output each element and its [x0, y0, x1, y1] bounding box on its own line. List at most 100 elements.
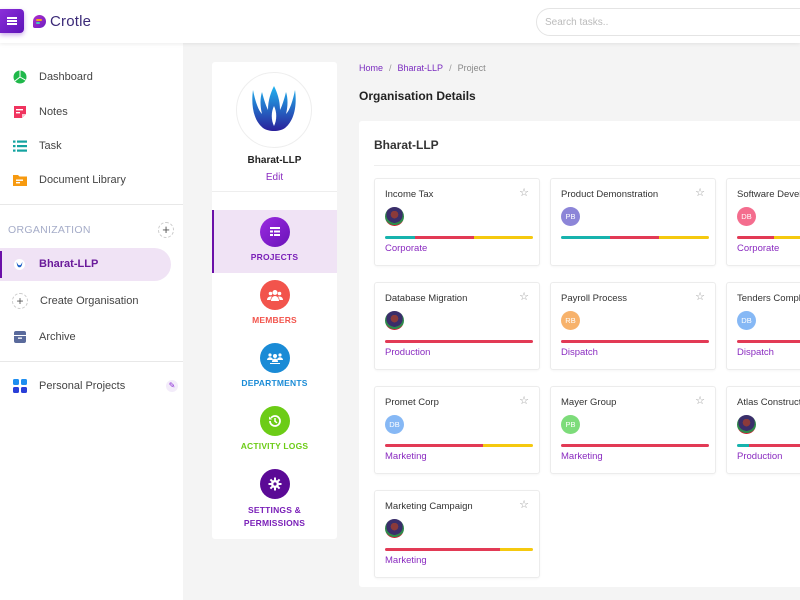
- progress-bar: [385, 548, 533, 551]
- avatar: [385, 207, 404, 226]
- department-tag[interactable]: Dispatch: [737, 347, 774, 358]
- project-card[interactable]: Promet Corp ☆ DB Marketing: [374, 386, 540, 474]
- tab-label: DEPARTMENTS: [241, 378, 308, 388]
- organization-section-title: ORGANIZATION: [8, 224, 91, 236]
- app-logo[interactable]: Crotle: [33, 13, 91, 30]
- tab-label: MEMBERS: [252, 315, 297, 325]
- star-icon[interactable]: ☆: [519, 498, 529, 511]
- project-card[interactable]: Payroll Process ☆ RB Dispatch: [550, 282, 716, 370]
- project-card[interactable]: Income Tax ☆ Corporate: [374, 178, 540, 266]
- avatar: [385, 519, 404, 538]
- edit-organisation-link[interactable]: Edit: [212, 172, 337, 183]
- progress-bar: [561, 444, 709, 447]
- organisation-logo: [236, 72, 312, 148]
- project-card[interactable]: Mayer Group ☆ PB Marketing: [550, 386, 716, 474]
- hamburger-icon: [7, 17, 17, 25]
- sidebar-item-notes[interactable]: Notes: [0, 97, 183, 127]
- progress-bar: [561, 340, 709, 343]
- tab-departments[interactable]: DEPARTMENTS: [212, 336, 337, 399]
- sidebar-item-bharat-llp[interactable]: Bharat-LLP: [0, 248, 171, 281]
- organisation-name: Bharat-LLP: [247, 155, 302, 166]
- progress-segment-yellow: [658, 236, 709, 239]
- star-icon[interactable]: ☆: [695, 290, 705, 303]
- progress-bar: [737, 340, 800, 343]
- menu-toggle-button[interactable]: [0, 9, 24, 33]
- project-card[interactable]: Product Demonstration ☆ PB: [550, 178, 716, 266]
- organisation-panel: Bharat-LLP Edit PROJECTS MEMBERS DEPARTM…: [212, 62, 337, 539]
- sidebar-item-label: Dashboard: [39, 71, 93, 83]
- tab-members[interactable]: MEMBERS: [212, 273, 337, 336]
- plus-icon: +: [12, 293, 28, 309]
- project-title: Marketing Campaign: [385, 501, 473, 512]
- breadcrumb-separator: /: [449, 63, 452, 73]
- progress-segment-yellow: [473, 236, 533, 239]
- avatar: RB: [561, 311, 580, 330]
- tab-activity-logs[interactable]: ACTIVITY LOGS: [212, 399, 337, 462]
- list-icon: [13, 140, 27, 152]
- department-tag[interactable]: Corporate: [737, 243, 779, 254]
- sidebar-item-dashboard[interactable]: Dashboard: [0, 62, 183, 92]
- star-icon[interactable]: ☆: [519, 290, 529, 303]
- page-title: Organisation Details: [359, 89, 476, 103]
- progress-bar: [385, 236, 533, 239]
- project-title: Tenders Completion: [737, 293, 800, 304]
- department-tag[interactable]: Dispatch: [561, 347, 598, 358]
- project-card[interactable]: Tenders Completion☆DBDispatch: [726, 282, 800, 370]
- breadcrumb-org[interactable]: Bharat-LLP: [398, 63, 444, 73]
- project-card[interactable]: Atlas Construction☆Production: [726, 386, 800, 474]
- sidebar-item-document-library[interactable]: Document Library: [0, 165, 183, 195]
- project-card[interactable]: Marketing Campaign ☆ Marketing: [374, 490, 540, 578]
- progress-bar: [385, 444, 533, 447]
- sidebar-item-label: Notes: [39, 106, 68, 118]
- breadcrumb: Home / Bharat-LLP / Project: [359, 63, 486, 73]
- star-icon[interactable]: ☆: [695, 394, 705, 407]
- progress-bar: [737, 444, 800, 447]
- progress-segment-red: [737, 236, 774, 239]
- create-organisation-button[interactable]: + Create Organisation: [0, 286, 183, 316]
- star-icon[interactable]: ☆: [695, 186, 705, 199]
- project-title: Payroll Process: [561, 293, 627, 304]
- sidebar-item-personal-projects[interactable]: Personal Projects ✎: [0, 371, 183, 401]
- avatar: DB: [385, 415, 404, 434]
- department-tag[interactable]: Production: [385, 347, 430, 358]
- project-title: Software Development: [737, 189, 800, 200]
- folder-icon: [13, 175, 27, 186]
- edit-pencil-icon[interactable]: ✎: [166, 380, 178, 392]
- progress-segment-teal: [561, 236, 610, 239]
- app-name: Crotle: [50, 13, 92, 30]
- progress-segment-red: [561, 444, 709, 447]
- gear-icon: [259, 469, 290, 499]
- department-tag[interactable]: Production: [737, 451, 782, 462]
- project-card[interactable]: Software Development☆DBCorporate: [726, 178, 800, 266]
- avatar: PB: [561, 415, 580, 434]
- breadcrumb-separator: /: [389, 63, 392, 73]
- project-title: Promet Corp: [385, 397, 439, 408]
- sidebar-item-task[interactable]: Task: [0, 131, 183, 161]
- project-title: Atlas Construction: [737, 397, 800, 408]
- department-tag[interactable]: Marketing: [385, 451, 427, 462]
- department-tag[interactable]: Marketing: [561, 451, 603, 462]
- tab-projects[interactable]: PROJECTS: [212, 210, 337, 273]
- progress-segment-red: [737, 340, 800, 343]
- project-title: Database Migration: [385, 293, 468, 304]
- department-tag[interactable]: Marketing: [385, 555, 427, 566]
- note-icon: [14, 106, 26, 118]
- department-tag[interactable]: Corporate: [385, 243, 427, 254]
- project-card[interactable]: Database Migration ☆ Production: [374, 282, 540, 370]
- tab-label: SETTINGS & PERMISSIONS: [212, 504, 337, 530]
- sidebar-item-archive[interactable]: Archive: [0, 322, 183, 352]
- history-icon: [259, 406, 290, 436]
- avatar: PB: [561, 207, 580, 226]
- projects-panel: Bharat-LLP Income Tax ☆ Corporate Product D…: [359, 121, 800, 587]
- star-icon[interactable]: ☆: [519, 186, 529, 199]
- org-logo-icon: [14, 259, 25, 270]
- add-organization-button[interactable]: +: [158, 222, 174, 238]
- search-input[interactable]: [536, 8, 800, 36]
- departments-icon: [259, 343, 290, 373]
- progress-segment-yellow: [482, 444, 533, 447]
- progress-segment-red: [385, 340, 533, 343]
- sidebar-item-label: Bharat-LLP: [39, 258, 99, 270]
- star-icon[interactable]: ☆: [519, 394, 529, 407]
- breadcrumb-home[interactable]: Home: [359, 63, 383, 73]
- tab-settings-permissions[interactable]: SETTINGS & PERMISSIONS: [212, 462, 337, 537]
